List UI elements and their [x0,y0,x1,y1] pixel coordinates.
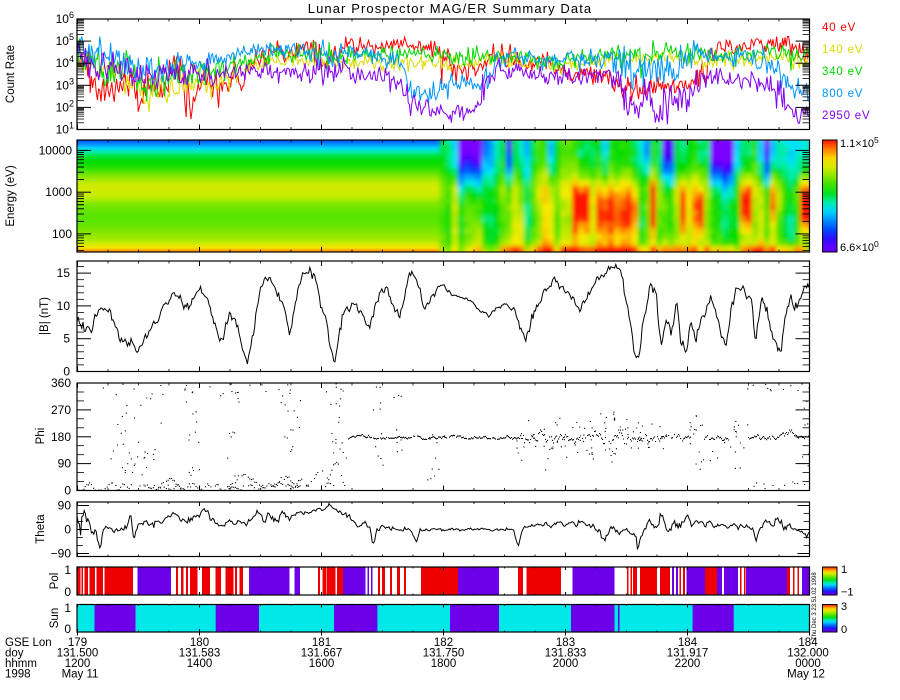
svg-text:5: 5 [63,332,70,346]
svg-text:1400: 1400 [187,658,213,670]
svg-text:Lunar Prospector MAG/ER Summar: Lunar Prospector MAG/ER Summary Data [308,1,593,16]
svg-text:0: 0 [64,585,71,599]
svg-text:2950 eV: 2950 eV [822,110,870,122]
svg-text:1000: 1000 [45,185,72,199]
svg-text:180: 180 [51,430,71,444]
svg-text:340 eV: 340 eV [822,66,863,78]
svg-text:270: 270 [51,403,71,417]
svg-text:Theta: Theta [35,514,47,544]
svg-text:|B| (nT): |B| (nT) [39,297,51,335]
svg-text:May 12: May 12 [787,669,825,681]
svg-text:0: 0 [64,622,71,636]
svg-text:0: 0 [841,624,847,636]
svg-text:Pol: Pol [49,573,61,590]
svg-text:90: 90 [58,499,72,513]
svg-text:Thu Dec 3 23:51:02 1998: Thu Dec 3 23:51:02 1998 [812,572,818,640]
svg-text:1: 1 [841,564,847,576]
svg-text:0: 0 [64,523,71,537]
svg-text:1800: 1800 [431,658,457,670]
svg-text:1998: 1998 [5,669,31,681]
svg-text:2000: 2000 [553,658,579,670]
svg-text:−90: −90 [51,547,72,561]
svg-text:40 eV: 40 eV [822,22,856,34]
svg-text:1: 1 [64,601,71,615]
svg-text:6.6×100: 6.6×100 [840,239,879,254]
svg-text:Sun: Sun [49,608,61,628]
svg-text:Energy (eV): Energy (eV) [5,165,17,227]
svg-text:10000: 10000 [39,143,73,157]
svg-text:140 eV: 140 eV [822,44,863,56]
svg-text:800 eV: 800 eV [822,88,863,100]
svg-text:Count Rate: Count Rate [5,45,17,103]
svg-text:1600: 1600 [309,658,335,670]
svg-text:360: 360 [51,376,71,390]
svg-text:1: 1 [64,563,71,577]
svg-text:15: 15 [57,266,71,280]
svg-text:1.1×105: 1.1×105 [840,135,879,150]
svg-text:3: 3 [841,601,847,613]
svg-text:0: 0 [64,484,71,498]
svg-text:100: 100 [52,227,72,241]
svg-text:2200: 2200 [675,658,701,670]
svg-text:90: 90 [58,457,72,471]
svg-text:−1: −1 [841,587,854,599]
svg-text:May 11: May 11 [62,669,99,681]
svg-text:Phi: Phi [35,428,47,445]
svg-text:10: 10 [57,299,71,313]
